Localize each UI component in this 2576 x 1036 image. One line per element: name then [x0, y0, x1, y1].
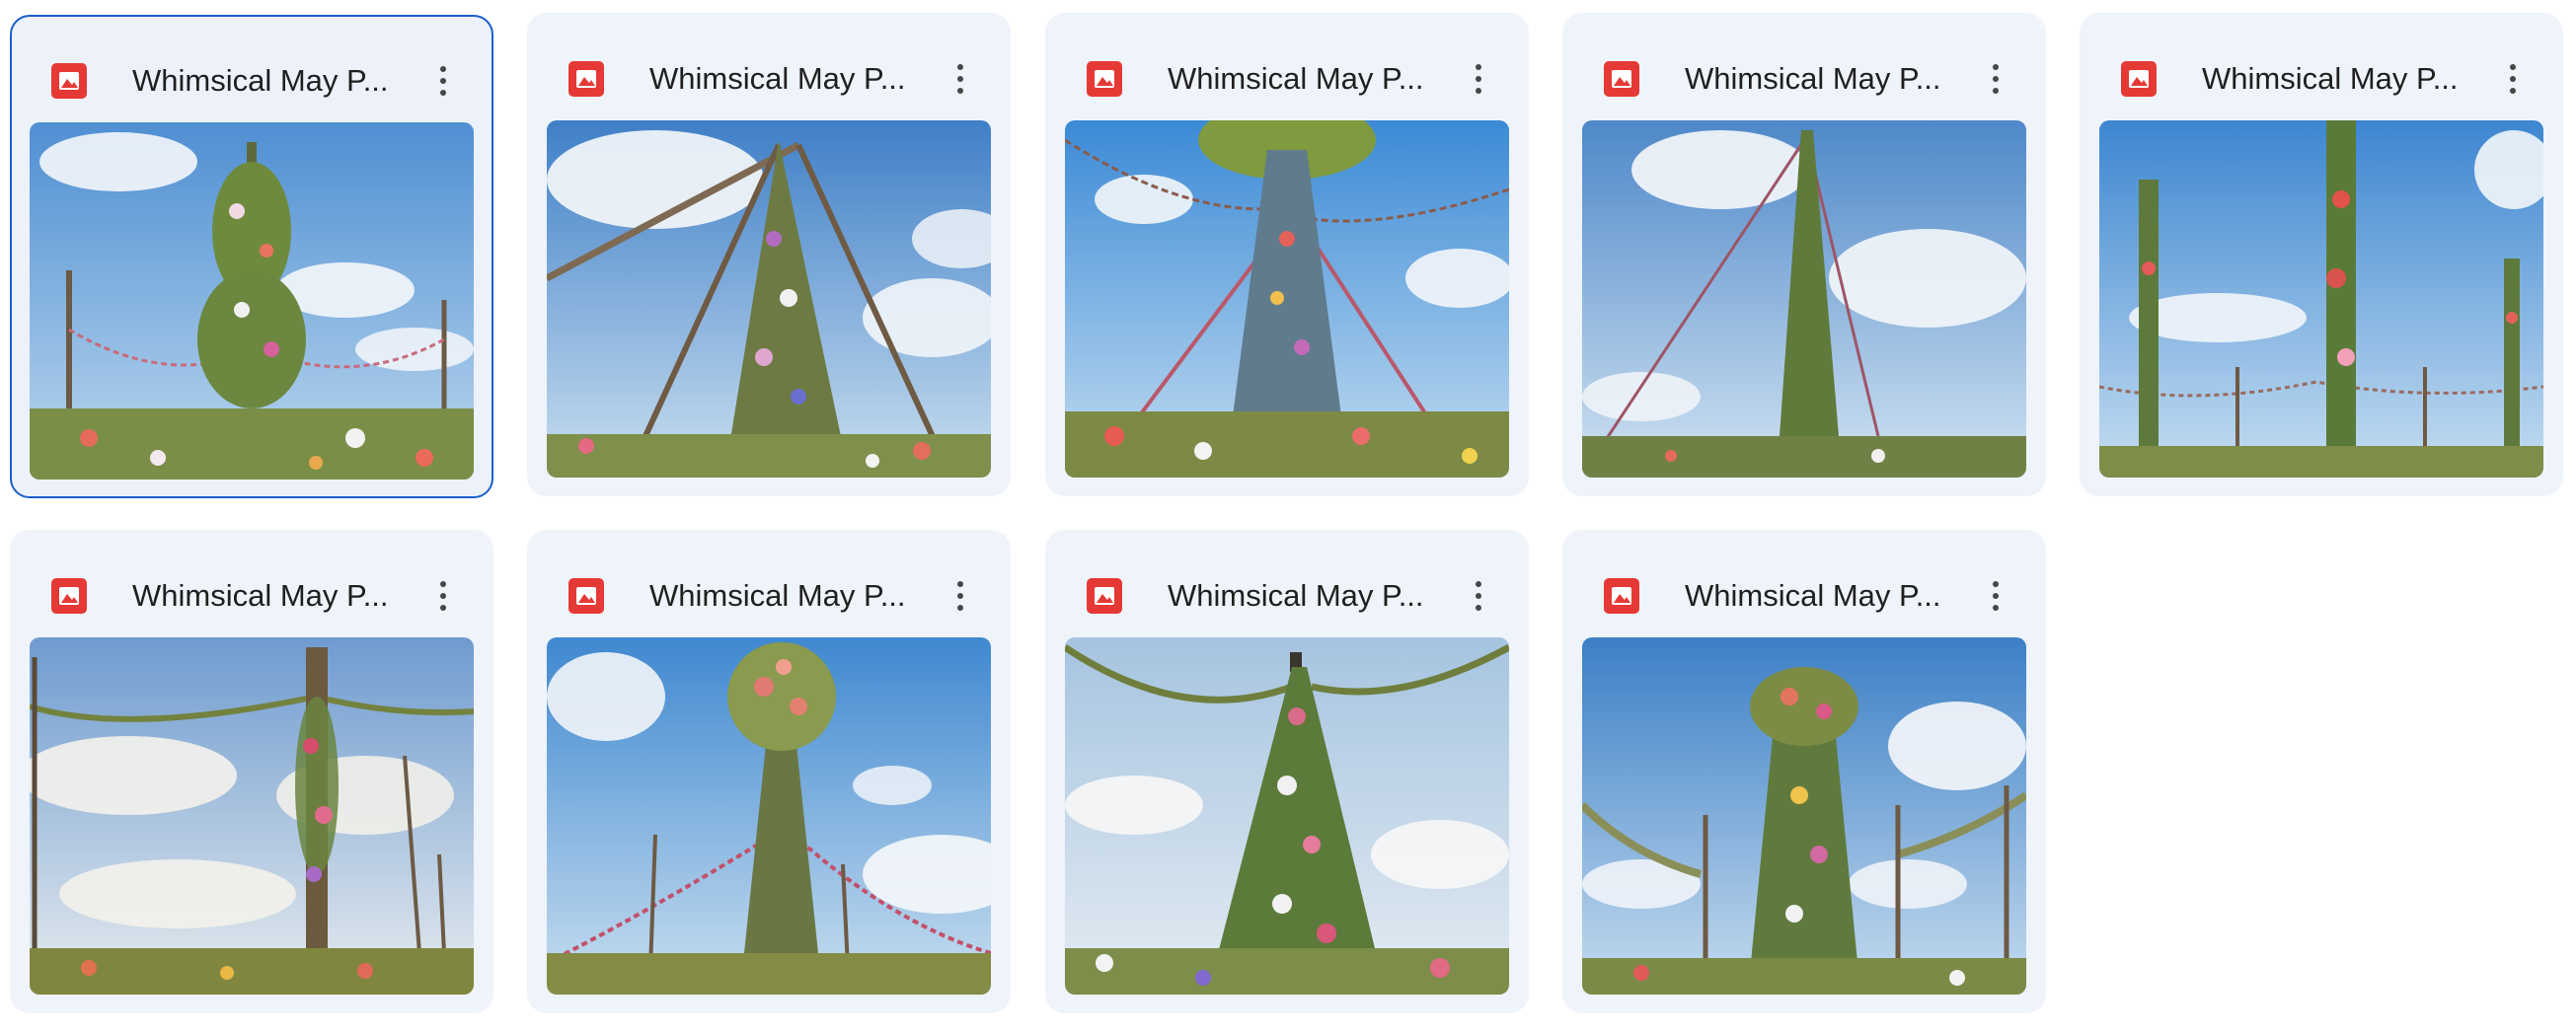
file-card-header: Whimsical May P...	[12, 17, 492, 119]
file-card-3[interactable]: Whimsical May P...	[1045, 13, 1529, 496]
file-card-1[interactable]: Whimsical May P...	[10, 15, 493, 498]
file-name: Whimsical May P...	[649, 578, 906, 613]
more-options-button[interactable]	[1456, 56, 1501, 102]
file-card-2[interactable]: Whimsical May P...	[527, 13, 1011, 496]
file-card-header: Whimsical May P...	[1045, 530, 1529, 632]
file-name: Whimsical May P...	[2202, 61, 2459, 96]
more-vert-icon	[957, 64, 963, 70]
file-name: Whimsical May P...	[649, 61, 906, 96]
more-options-button[interactable]	[420, 573, 466, 619]
image-thumbnail[interactable]	[1065, 637, 1509, 995]
more-vert-icon	[440, 581, 446, 587]
more-options-button[interactable]	[938, 56, 983, 102]
more-options-button[interactable]	[938, 573, 983, 619]
image-thumbnail[interactable]	[547, 637, 991, 995]
image-file-icon	[1087, 578, 1122, 614]
file-card-header: Whimsical May P...	[2080, 13, 2563, 115]
more-vert-icon	[1476, 64, 1481, 70]
more-options-button[interactable]	[1973, 573, 2018, 619]
file-name: Whimsical May P...	[1685, 61, 1941, 96]
more-options-button[interactable]	[2490, 56, 2536, 102]
image-file-icon	[2121, 61, 2157, 97]
file-card-header: Whimsical May P...	[10, 530, 493, 632]
more-options-button[interactable]	[1973, 56, 2018, 102]
file-card-5[interactable]: Whimsical May P...	[2080, 13, 2563, 496]
file-card-9[interactable]: Whimsical May P...	[1562, 530, 2046, 1013]
file-name: Whimsical May P...	[1685, 578, 1941, 613]
more-vert-icon	[1476, 581, 1481, 587]
image-thumbnail[interactable]	[1582, 637, 2026, 995]
file-name: Whimsical May P...	[1168, 578, 1424, 613]
image-thumbnail[interactable]	[1065, 120, 1509, 478]
file-grid: Whimsical May P... Whimsical May P... Wh…	[0, 0, 2576, 1036]
image-file-icon	[1604, 578, 1639, 614]
image-thumbnail[interactable]	[2099, 120, 2543, 478]
image-thumbnail[interactable]	[30, 637, 474, 995]
more-vert-icon	[440, 66, 446, 72]
file-card-header: Whimsical May P...	[1562, 13, 2046, 115]
file-card-header: Whimsical May P...	[527, 13, 1011, 115]
file-card-6[interactable]: Whimsical May P...	[10, 530, 493, 1013]
file-card-header: Whimsical May P...	[1045, 13, 1529, 115]
more-vert-icon	[1993, 581, 1999, 587]
image-file-icon	[1087, 61, 1122, 97]
file-card-header: Whimsical May P...	[527, 530, 1011, 632]
image-thumbnail[interactable]	[1582, 120, 2026, 478]
more-vert-icon	[957, 581, 963, 587]
file-card-7[interactable]: Whimsical May P...	[527, 530, 1011, 1013]
image-thumbnail[interactable]	[547, 120, 991, 478]
more-options-button[interactable]	[420, 58, 466, 104]
file-card-header: Whimsical May P...	[1562, 530, 2046, 632]
image-file-icon	[568, 61, 604, 97]
image-file-icon	[51, 63, 87, 99]
image-file-icon	[1604, 61, 1639, 97]
more-vert-icon	[1993, 64, 1999, 70]
image-thumbnail[interactable]	[30, 122, 474, 480]
file-card-4[interactable]: Whimsical May P...	[1562, 13, 2046, 496]
file-card-8[interactable]: Whimsical May P...	[1045, 530, 1529, 1013]
image-file-icon	[51, 578, 87, 614]
more-vert-icon	[2510, 64, 2516, 70]
file-name: Whimsical May P...	[132, 63, 389, 98]
more-options-button[interactable]	[1456, 573, 1501, 619]
file-name: Whimsical May P...	[132, 578, 389, 613]
file-name: Whimsical May P...	[1168, 61, 1424, 96]
image-file-icon	[568, 578, 604, 614]
